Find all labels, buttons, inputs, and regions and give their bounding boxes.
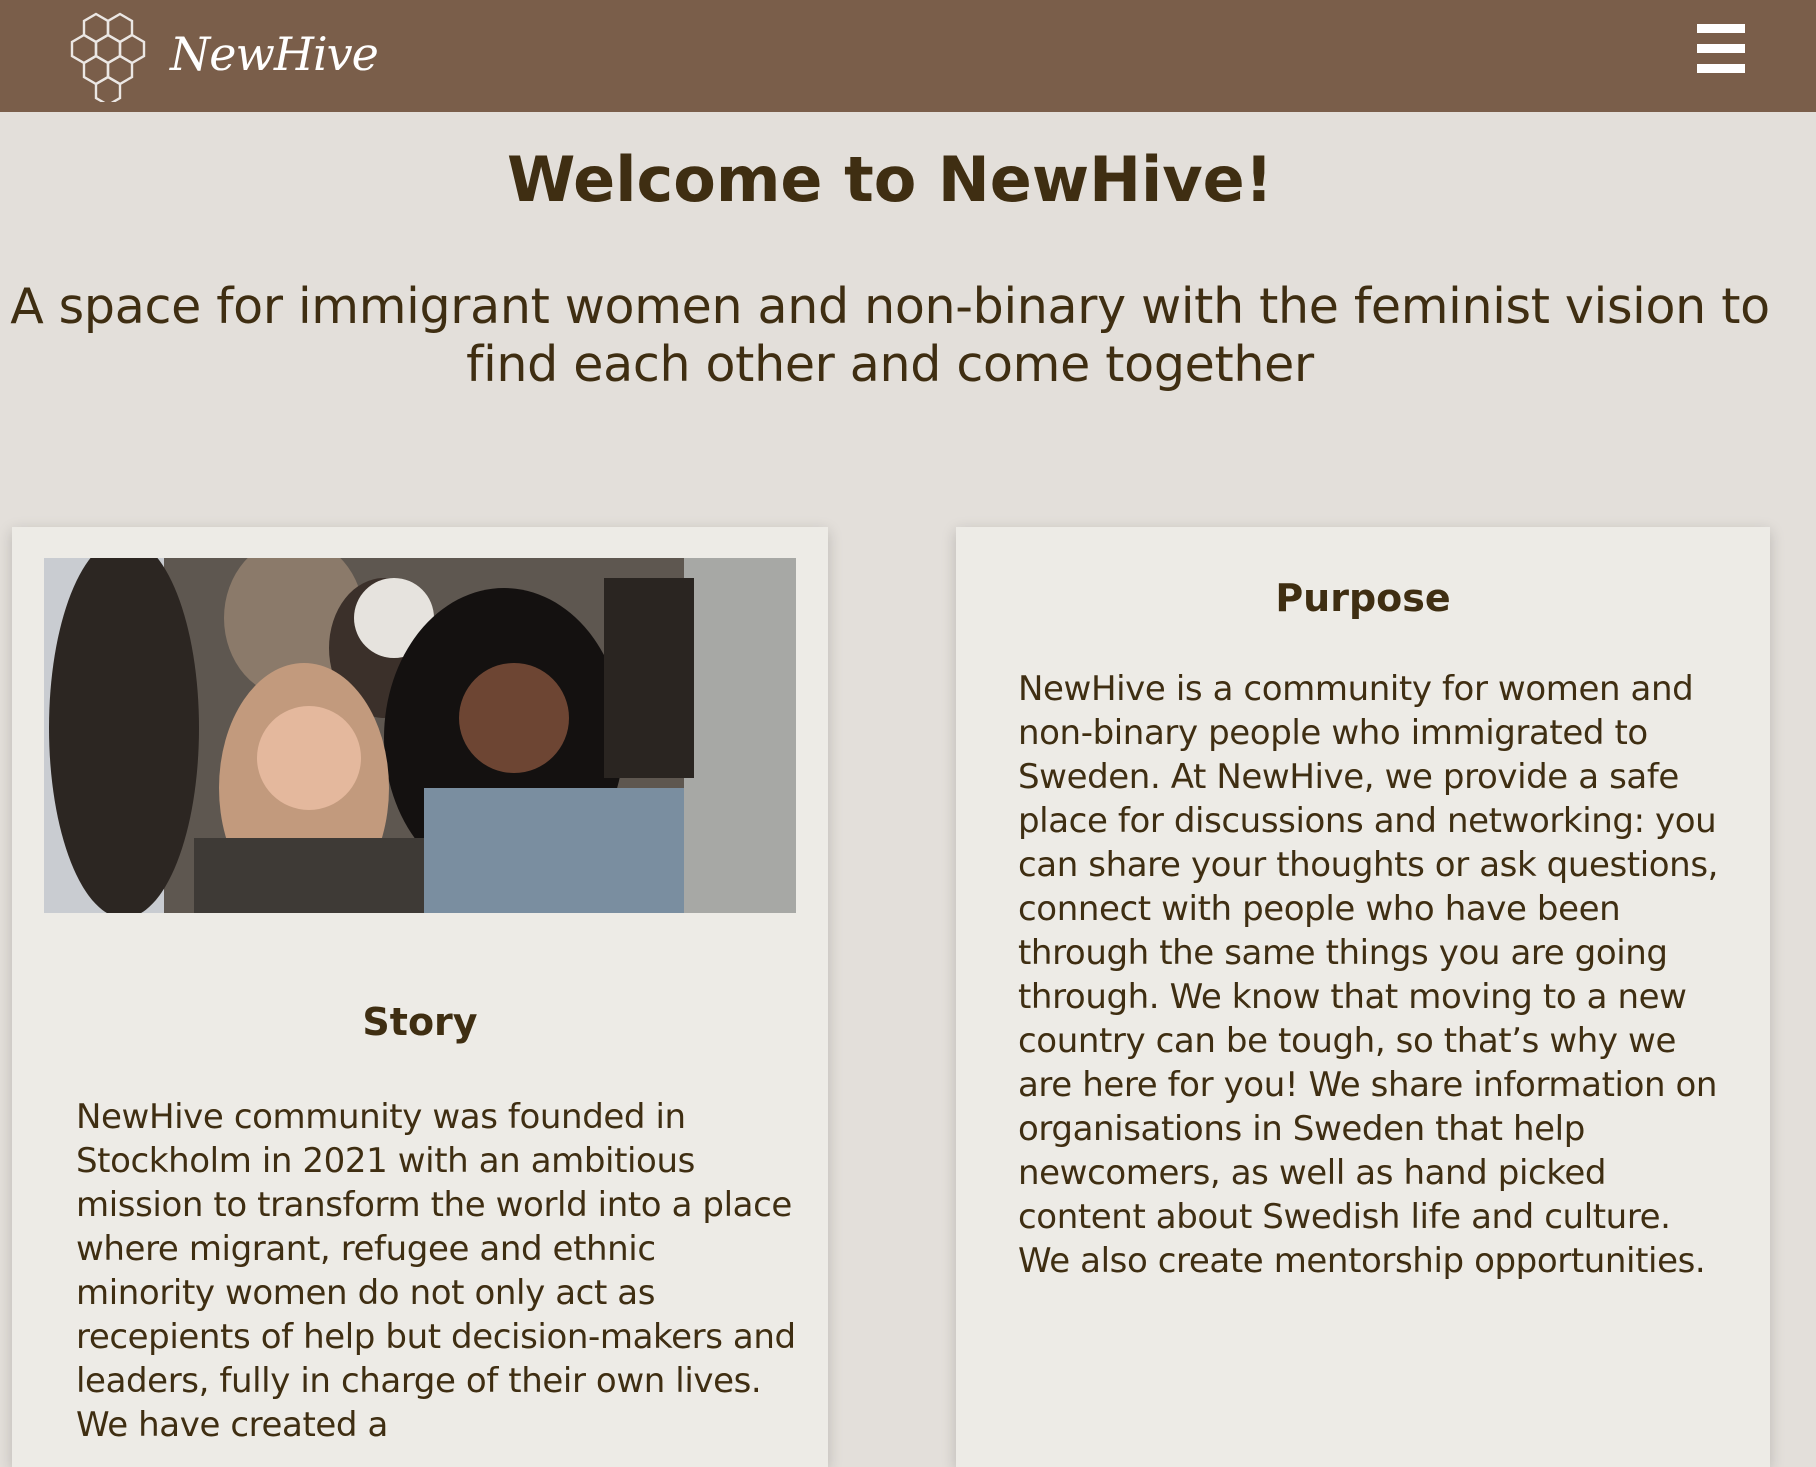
site-header: NewHive [0, 0, 1816, 112]
menu-bar [1697, 24, 1745, 33]
story-heading: Story [362, 1000, 478, 1044]
menu-bar [1697, 64, 1745, 73]
brand-name[interactable]: NewHive [170, 22, 379, 86]
story-card: Story NewHive community was founded in S… [12, 527, 828, 1467]
purpose-card: Purpose NewHive is a community for women… [956, 527, 1770, 1467]
page-title: Welcome to NewHive! [507, 143, 1273, 216]
tagline: A space for immigrant women and non-bina… [10, 278, 1770, 393]
purpose-text: NewHive is a community for women and non… [1018, 669, 1719, 1281]
story-text: NewHive community was founded in Stockho… [76, 1097, 796, 1445]
hamburger-menu-icon[interactable] [1694, 22, 1748, 76]
menu-bar [1697, 44, 1745, 53]
purpose-heading: Purpose [1275, 576, 1451, 620]
honeycomb-logo-icon[interactable] [60, 10, 152, 107]
community-photo [44, 558, 796, 913]
